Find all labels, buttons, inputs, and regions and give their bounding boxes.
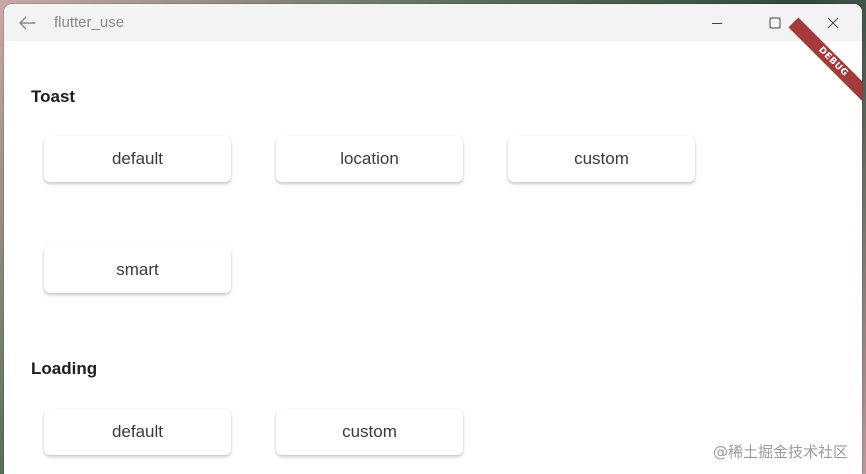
toast-smart-button[interactable]: smart (44, 247, 231, 293)
back-button[interactable] (4, 4, 50, 41)
loading-custom-button[interactable]: custom (276, 409, 463, 455)
main-content: Toast default location custom smart Load… (4, 17, 862, 474)
minimize-icon (712, 22, 722, 24)
toast-section-title: Toast (31, 87, 76, 106)
watermark: @稀土掘金技术社区 (712, 443, 848, 461)
title-bar: flutter_use (4, 4, 862, 41)
maximize-icon (769, 17, 781, 28)
loading-default-button[interactable]: default (44, 409, 231, 455)
toast-custom-button[interactable]: custom (508, 136, 695, 182)
window-title: flutter_use (54, 14, 125, 31)
toast-default-button[interactable]: default (44, 136, 231, 182)
close-icon (827, 17, 839, 28)
window-controls (688, 4, 862, 41)
arrow-left-icon (19, 16, 36, 29)
app-window: flutter_use Toast default location custo… (4, 4, 862, 474)
toast-location-button[interactable]: location (276, 136, 463, 182)
minimize-button[interactable] (688, 4, 746, 41)
loading-section-title: Loading (31, 359, 98, 378)
